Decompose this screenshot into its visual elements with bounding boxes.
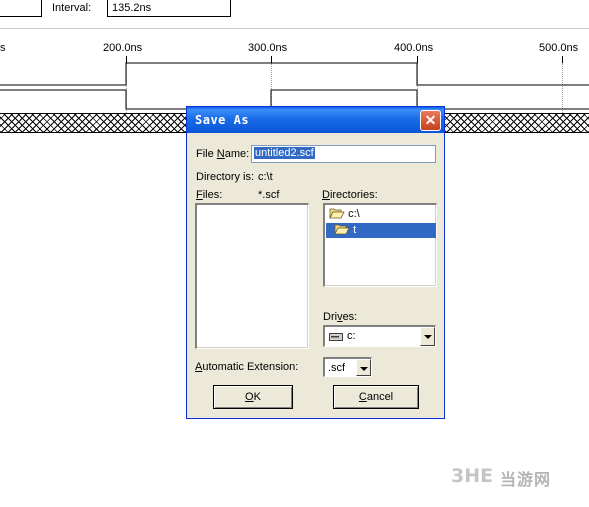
directory-item[interactable]: c:\ — [329, 207, 360, 222]
files-filter: *.scf — [258, 189, 280, 201]
chevron-down-icon[interactable] — [420, 327, 435, 346]
directories-list[interactable]: c:\ t — [323, 203, 437, 287]
automatic-extension-value: .scf — [328, 362, 346, 374]
file-name-value: untitled2.scf — [254, 147, 315, 159]
close-icon: ✕ — [424, 112, 437, 128]
open-folder-icon — [329, 208, 345, 219]
drives-label: Drives: — [323, 311, 358, 323]
save-as-dialog: Save As ✕ File Name: untitled2.scf Direc… — [186, 106, 445, 419]
chevron-down-icon[interactable] — [356, 359, 371, 376]
directory-item-selected[interactable]: t — [326, 223, 436, 238]
files-list[interactable] — [195, 203, 309, 349]
close-button[interactable]: ✕ — [420, 110, 441, 131]
drives-select[interactable]: c: — [323, 325, 436, 347]
files-label: Files: — [196, 189, 223, 201]
cancel-button[interactable]: Cancel — [333, 385, 419, 409]
automatic-extension-label: Automatic Extension: — [195, 361, 299, 373]
watermark-logo: 3HE — [451, 465, 493, 486]
file-name-input[interactable]: untitled2.scf — [251, 145, 436, 163]
drive-icon — [329, 333, 343, 341]
directory-is-label: Directory is: — [196, 171, 255, 183]
signal-waveform-1 — [0, 62, 589, 86]
dialog-title: Save As — [195, 113, 250, 127]
directories-label: Directories: — [322, 189, 378, 201]
dialog-titlebar[interactable]: Save As ✕ — [187, 107, 444, 133]
watermark-text: 当游网 — [500, 472, 552, 489]
directory-is-value: c:\t — [258, 171, 273, 183]
automatic-extension-select[interactable]: .scf — [323, 357, 372, 377]
svg-text:3HE: 3HE — [451, 465, 493, 486]
ok-button[interactable]: OK — [213, 385, 293, 409]
open-folder-icon — [334, 224, 350, 235]
drive-value: c: — [347, 330, 356, 342]
file-name-label: File Name: — [196, 148, 250, 160]
